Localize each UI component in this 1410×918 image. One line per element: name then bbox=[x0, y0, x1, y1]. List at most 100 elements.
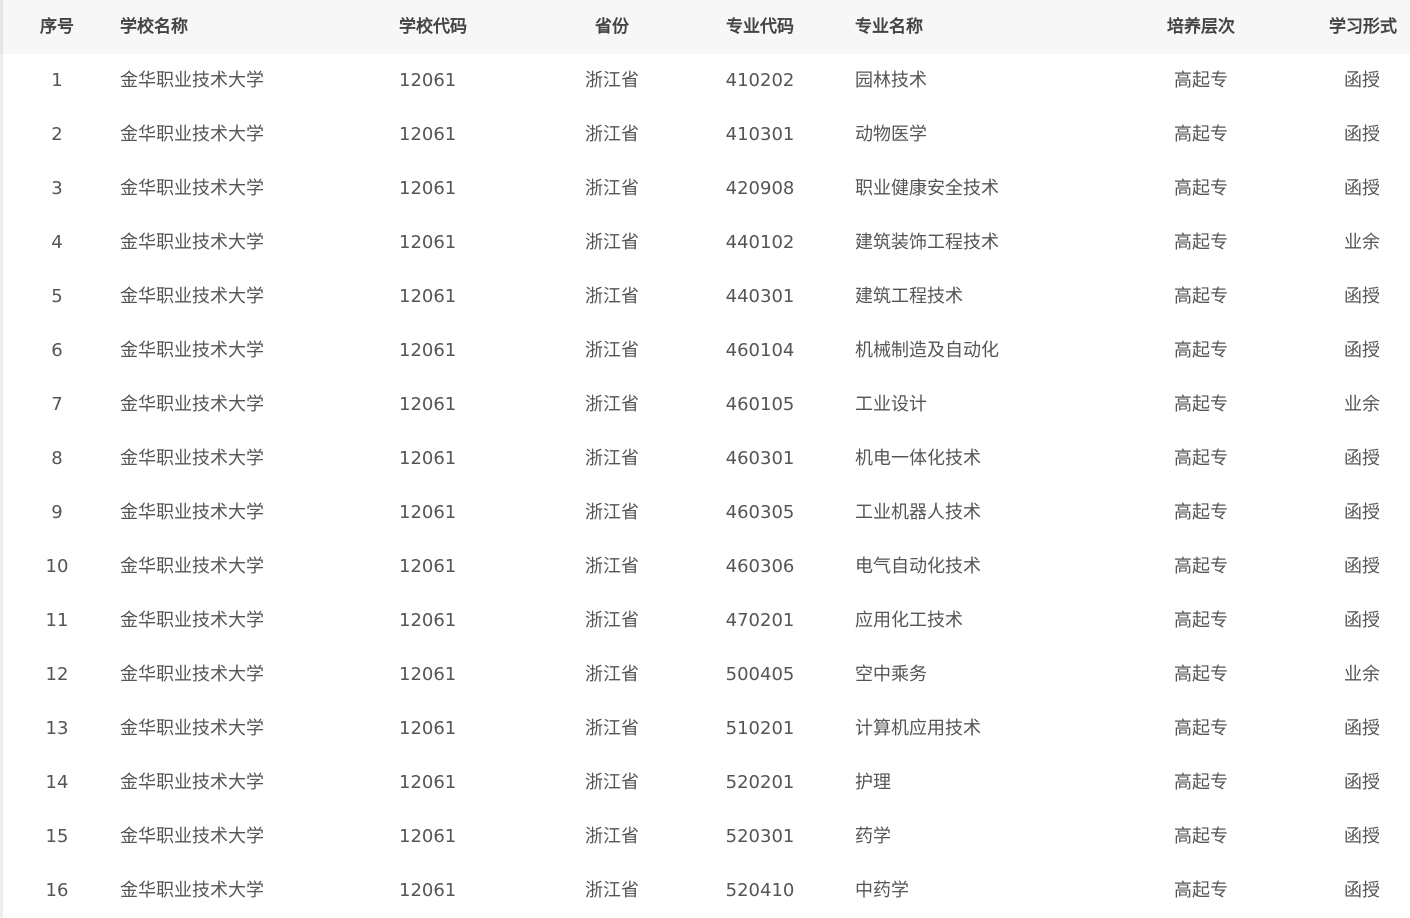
cell-school-code: 12061 bbox=[399, 610, 457, 631]
cell-study-form: 业余 bbox=[1344, 664, 1380, 685]
cell-major-code: 460105 bbox=[725, 394, 795, 415]
table-row: 14 金华职业技术大学 12061 浙江省 520201 护理 高起专 函授 bbox=[0, 756, 1410, 810]
cell-level: 高起专 bbox=[1174, 178, 1228, 199]
cell-school-name: 金华职业技术大学 bbox=[120, 286, 264, 307]
header-study-form: 学习形式 bbox=[1329, 17, 1397, 37]
header-school-name: 学校名称 bbox=[120, 17, 188, 37]
cell-province: 浙江省 bbox=[585, 394, 639, 415]
cell-major-name: 计算机应用技术 bbox=[855, 718, 981, 739]
cell-major-code: 460306 bbox=[725, 556, 795, 577]
table-row: 7 金华职业技术大学 12061 浙江省 460105 工业设计 高起专 业余 bbox=[0, 378, 1410, 432]
cell-province: 浙江省 bbox=[585, 178, 639, 199]
cell-major-name: 应用化工技术 bbox=[855, 610, 963, 631]
cell-major-code: 460104 bbox=[725, 340, 795, 361]
cell-index: 2 bbox=[51, 124, 63, 145]
cell-province: 浙江省 bbox=[585, 340, 639, 361]
cell-province: 浙江省 bbox=[585, 448, 639, 469]
cell-school-code: 12061 bbox=[399, 772, 457, 793]
cell-major-code: 420908 bbox=[725, 178, 795, 199]
table-row: 9 金华职业技术大学 12061 浙江省 460305 工业机器人技术 高起专 函授 bbox=[0, 486, 1410, 540]
cell-school-code: 12061 bbox=[399, 826, 457, 847]
cell-school-name: 金华职业技术大学 bbox=[120, 610, 264, 631]
cell-index: 13 bbox=[45, 718, 69, 739]
cell-level: 高起专 bbox=[1174, 502, 1228, 523]
cell-major-code: 440102 bbox=[725, 232, 795, 253]
cell-school-code: 12061 bbox=[399, 70, 457, 91]
cell-major-name: 药学 bbox=[855, 826, 891, 847]
cell-school-name: 金华职业技术大学 bbox=[120, 340, 264, 361]
table-row: 2 金华职业技术大学 12061 浙江省 410301 动物医学 高起专 函授 bbox=[0, 108, 1410, 162]
cell-major-code: 520201 bbox=[725, 772, 795, 793]
cell-province: 浙江省 bbox=[585, 610, 639, 631]
table-row: 1 金华职业技术大学 12061 浙江省 410202 园林技术 高起专 函授 bbox=[0, 54, 1410, 108]
table-row: 13 金华职业技术大学 12061 浙江省 510201 计算机应用技术 高起专 函授 bbox=[0, 702, 1410, 756]
cell-study-form: 函授 bbox=[1344, 448, 1380, 469]
cell-school-code: 12061 bbox=[399, 178, 457, 199]
cell-school-name: 金华职业技术大学 bbox=[120, 70, 264, 91]
cell-major-name: 机电一体化技术 bbox=[855, 448, 981, 469]
cell-school-name: 金华职业技术大学 bbox=[120, 394, 264, 415]
cell-level: 高起专 bbox=[1174, 826, 1228, 847]
header-province: 省份 bbox=[595, 17, 629, 37]
cell-index: 14 bbox=[45, 772, 69, 793]
table-row: 4 金华职业技术大学 12061 浙江省 440102 建筑装饰工程技术 高起专 业余 bbox=[0, 216, 1410, 270]
cell-index: 7 bbox=[51, 394, 63, 415]
cell-level: 高起专 bbox=[1174, 70, 1228, 91]
cell-study-form: 函授 bbox=[1344, 826, 1380, 847]
cell-index: 8 bbox=[51, 448, 63, 469]
cell-school-code: 12061 bbox=[399, 232, 457, 253]
cell-major-name: 建筑工程技术 bbox=[855, 286, 963, 307]
cell-index: 3 bbox=[51, 178, 63, 199]
cell-major-name: 工业设计 bbox=[855, 394, 927, 415]
cell-school-name: 金华职业技术大学 bbox=[120, 826, 264, 847]
cell-province: 浙江省 bbox=[585, 286, 639, 307]
cell-level: 高起专 bbox=[1174, 664, 1228, 685]
majors-table: 序号 学校名称 学校代码 省份 专业代码 专业名称 培养层次 学习形式 1 金华职… bbox=[0, 0, 1410, 918]
cell-province: 浙江省 bbox=[585, 124, 639, 145]
cell-major-code: 460305 bbox=[725, 502, 795, 523]
cell-major-name: 空中乘务 bbox=[855, 664, 927, 685]
cell-province: 浙江省 bbox=[585, 664, 639, 685]
cell-school-code: 12061 bbox=[399, 664, 457, 685]
table-header: 序号 学校名称 学校代码 省份 专业代码 专业名称 培养层次 学习形式 bbox=[0, 0, 1410, 54]
cell-province: 浙江省 bbox=[585, 826, 639, 847]
cell-study-form: 业余 bbox=[1344, 232, 1380, 253]
cell-school-name: 金华职业技术大学 bbox=[120, 502, 264, 523]
table-body: 1 金华职业技术大学 12061 浙江省 410202 园林技术 高起专 函授 2 金华职业技术大… bbox=[0, 54, 1410, 918]
table-row: 12 金华职业技术大学 12061 浙江省 500405 空中乘务 高起专 业余 bbox=[0, 648, 1410, 702]
cell-province: 浙江省 bbox=[585, 718, 639, 739]
cell-school-code: 12061 bbox=[399, 124, 457, 145]
cell-province: 浙江省 bbox=[585, 772, 639, 793]
cell-school-code: 12061 bbox=[399, 448, 457, 469]
cell-major-name: 园林技术 bbox=[855, 70, 927, 91]
cell-province: 浙江省 bbox=[585, 70, 639, 91]
header-index: 序号 bbox=[40, 17, 74, 37]
cell-school-name: 金华职业技术大学 bbox=[120, 880, 264, 901]
table-row: 6 金华职业技术大学 12061 浙江省 460104 机械制造及自动化 高起专 函授 bbox=[0, 324, 1410, 378]
cell-province: 浙江省 bbox=[585, 880, 639, 901]
cell-index: 10 bbox=[45, 556, 69, 577]
cell-study-form: 函授 bbox=[1344, 286, 1380, 307]
cell-major-code: 440301 bbox=[725, 286, 795, 307]
cell-level: 高起专 bbox=[1174, 340, 1228, 361]
cell-level: 高起专 bbox=[1174, 556, 1228, 577]
cell-school-code: 12061 bbox=[399, 286, 457, 307]
cell-major-name: 中药学 bbox=[855, 880, 909, 901]
cell-index: 11 bbox=[45, 610, 69, 631]
cell-major-name: 工业机器人技术 bbox=[855, 502, 981, 523]
header-major-code: 专业代码 bbox=[726, 17, 794, 37]
cell-school-name: 金华职业技术大学 bbox=[120, 718, 264, 739]
cell-school-name: 金华职业技术大学 bbox=[120, 178, 264, 199]
cell-study-form: 函授 bbox=[1344, 718, 1380, 739]
cell-index: 1 bbox=[51, 70, 63, 91]
cell-index: 9 bbox=[51, 502, 63, 523]
cell-study-form: 函授 bbox=[1344, 340, 1380, 361]
table-row: 16 金华职业技术大学 12061 浙江省 520410 中药学 高起专 函授 bbox=[0, 864, 1410, 918]
cell-level: 高起专 bbox=[1174, 718, 1228, 739]
cell-major-code: 500405 bbox=[725, 664, 795, 685]
header-school-code: 学校代码 bbox=[399, 17, 467, 37]
cell-study-form: 函授 bbox=[1344, 124, 1380, 145]
cell-study-form: 函授 bbox=[1344, 880, 1380, 901]
table-row: 10 金华职业技术大学 12061 浙江省 460306 电气自动化技术 高起专 函授 bbox=[0, 540, 1410, 594]
cell-province: 浙江省 bbox=[585, 556, 639, 577]
